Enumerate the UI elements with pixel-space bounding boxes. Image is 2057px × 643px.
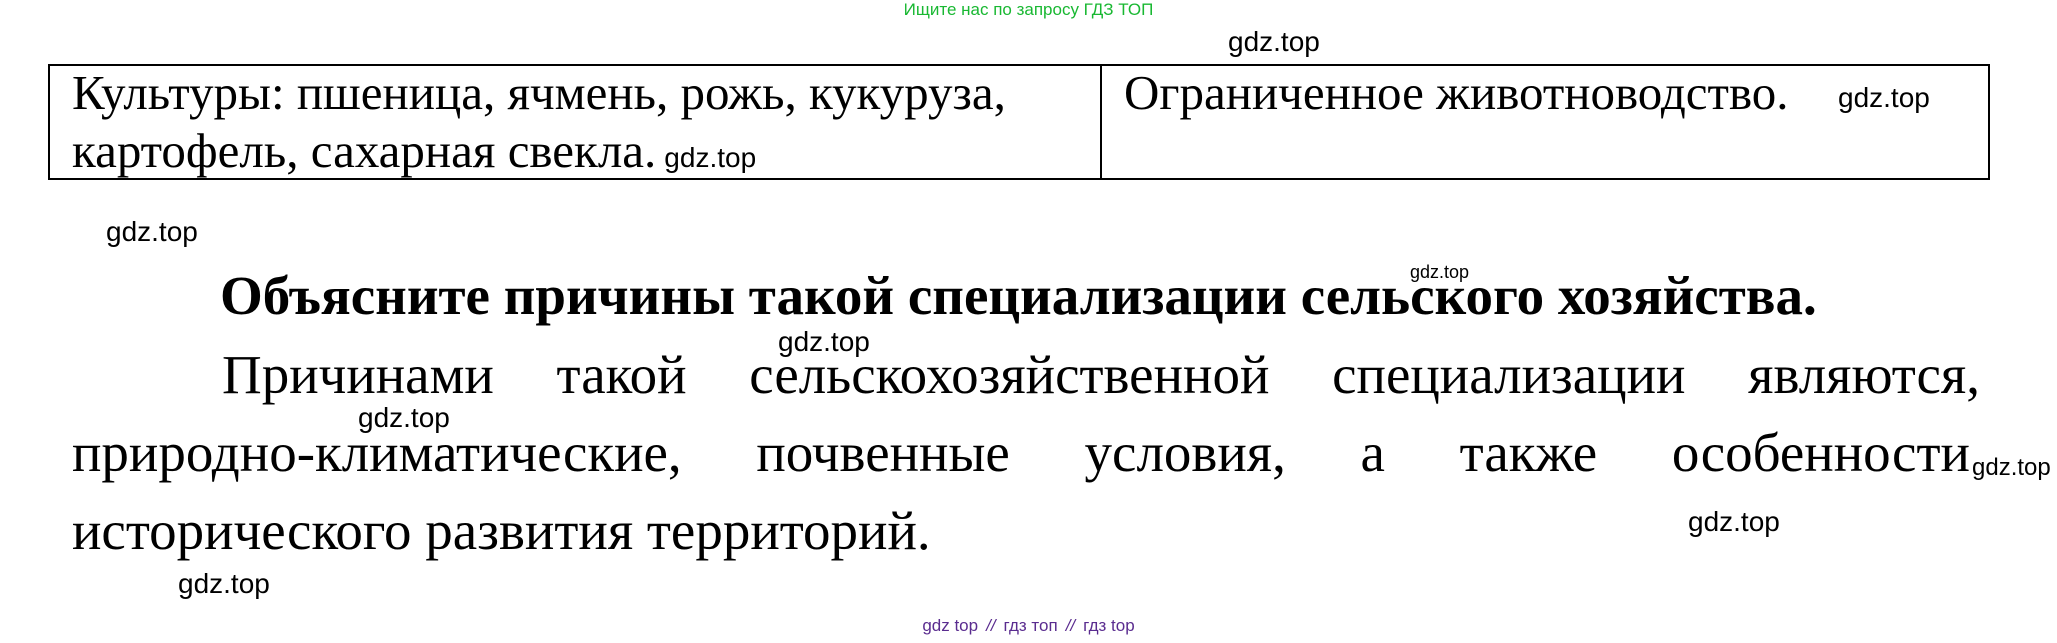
footer-separator: //	[1065, 616, 1076, 635]
crops-line-2: картофель, сахарная свекла. gdz.top	[72, 122, 756, 187]
answer-word: а	[1360, 422, 1385, 483]
crops-line-2-text: картофель, сахарная свекла.	[72, 123, 657, 178]
watermark-1: gdz.top	[1228, 26, 1320, 57]
answer-word: также	[1459, 422, 1598, 483]
livestock-line-1: Ограниченное животноводство.	[1124, 65, 1789, 120]
footer-link-gdz-top-mixed[interactable]: гдз top	[1083, 616, 1135, 635]
answer-word: особенности	[1671, 422, 1970, 483]
answer-word: являются,	[1748, 344, 1980, 405]
footer-link-gdz-top-ru[interactable]: гдз топ	[1004, 616, 1058, 635]
watermark-table-right: gdz.top	[1838, 82, 1930, 113]
watermark-3: gdz.top	[106, 216, 198, 247]
table-cell-livestock: Ограниченное животноводство. gdz.top	[1102, 65, 1988, 178]
top-banner: Ищите нас по запросу ГДЗ ТОП	[903, 0, 1154, 19]
info-table: Культуры: пшеница, ячмень, рожь, кукуруз…	[48, 64, 1990, 180]
crops-line-1: Культуры: пшеница, ячмень, рожь, кукуруз…	[72, 65, 1006, 120]
footer-separator: //	[986, 616, 996, 635]
answer-line-3: исторического развития территорий.	[72, 500, 931, 561]
watermark-6: gdz.top	[1972, 454, 2051, 481]
question-heading: Объясните причины такой специализации се…	[220, 265, 1817, 326]
table-cell-crops: Культуры: пшеница, ячмень, рожь, кукуруз…	[50, 65, 1102, 178]
answer-word: условия,	[1084, 422, 1286, 483]
watermark-table-left: gdz.top	[664, 142, 757, 173]
answer-word: сельскохозяйственной	[749, 344, 1270, 405]
footer-links: gdz top // гдз топ // гдз top	[0, 616, 2057, 636]
answer-word: специализации	[1332, 344, 1686, 405]
watermark-7: gdz.top	[1688, 506, 1780, 537]
watermark-8: gdz.top	[178, 568, 270, 599]
answer-line-1: Причинами такой сельскохозяйственной спе…	[222, 338, 1980, 412]
answer-word: такой	[556, 344, 687, 405]
footer-link-gdz-top[interactable]: gdz top	[922, 616, 978, 635]
answer-word: Причинами	[222, 344, 494, 405]
answer-word: почвенные	[756, 422, 1010, 483]
answer-line-2: природно-климатические, почвенные услови…	[72, 416, 1970, 490]
answer-word: природно-климатические,	[72, 422, 682, 483]
